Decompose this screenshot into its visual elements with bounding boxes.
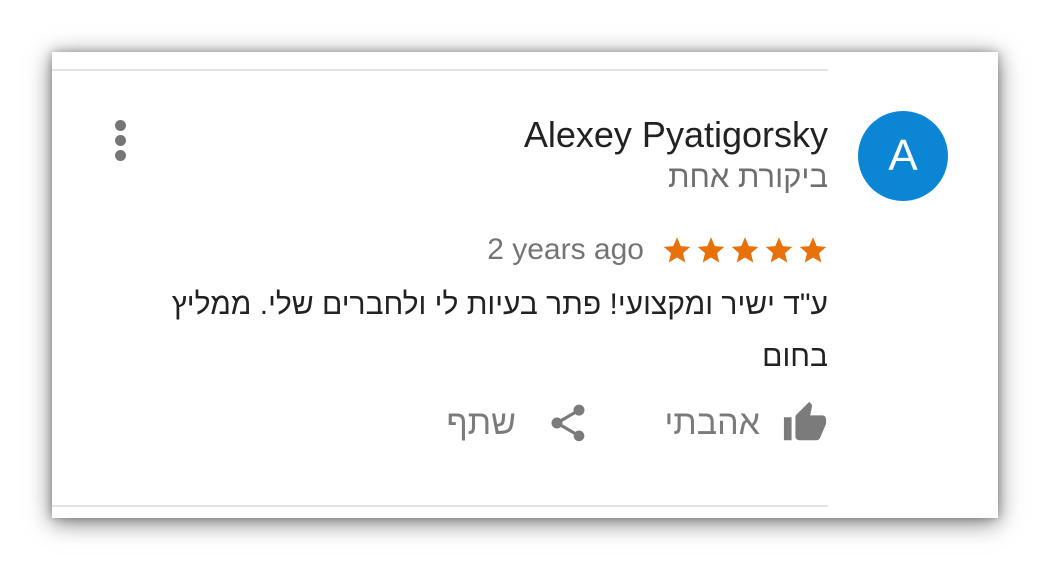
rating-row: 2 years ago <box>487 230 828 270</box>
star-rating <box>658 235 828 265</box>
bottom-divider <box>52 505 828 507</box>
review-text: ע"ד ישיר ומקצועי! פתר בעיות לי ולחברים ש… <box>171 288 828 373</box>
star-icon <box>731 237 759 263</box>
star-icon <box>697 237 725 263</box>
share-button[interactable]: שתף <box>447 395 591 451</box>
star-icon <box>663 237 691 263</box>
more-menu-icon[interactable] <box>110 118 132 164</box>
top-divider <box>52 69 828 71</box>
avatar[interactable]: A <box>858 111 948 201</box>
star-icon <box>799 237 827 263</box>
star-icon <box>765 237 793 263</box>
thumb-up-icon <box>782 400 828 446</box>
reviewer-review-count: ביקורת אחת <box>668 159 828 194</box>
share-label: שתף <box>446 403 517 442</box>
like-label: אהבתי <box>664 403 760 442</box>
review-timestamp: 2 years ago <box>487 233 644 266</box>
share-icon <box>546 401 590 445</box>
reviewer-name[interactable]: Alexey Pyatigorsky <box>524 114 828 156</box>
review-card: A Alexey Pyatigorsky ביקורת אחת 2 years … <box>52 52 998 518</box>
like-button[interactable]: אהבתי <box>664 395 828 451</box>
